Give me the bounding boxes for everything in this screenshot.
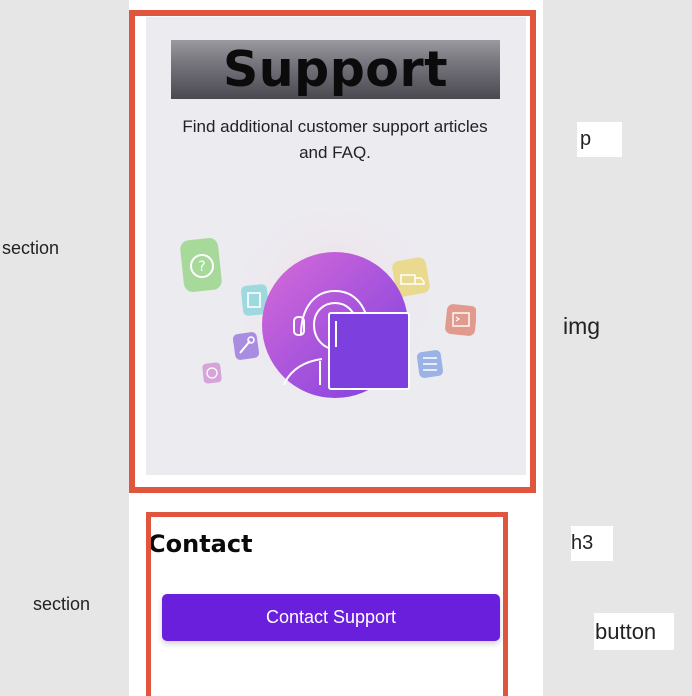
annotation-h3: h3	[571, 526, 613, 561]
annotation-section-bottom: section	[33, 594, 91, 614]
contact-section-outline	[146, 512, 508, 696]
annotation-section-top: section	[2, 238, 60, 258]
annotation-button: button	[594, 613, 674, 650]
support-section-outline	[129, 10, 536, 493]
annotation-img: img	[563, 313, 601, 339]
annotation-p: p	[577, 122, 622, 157]
